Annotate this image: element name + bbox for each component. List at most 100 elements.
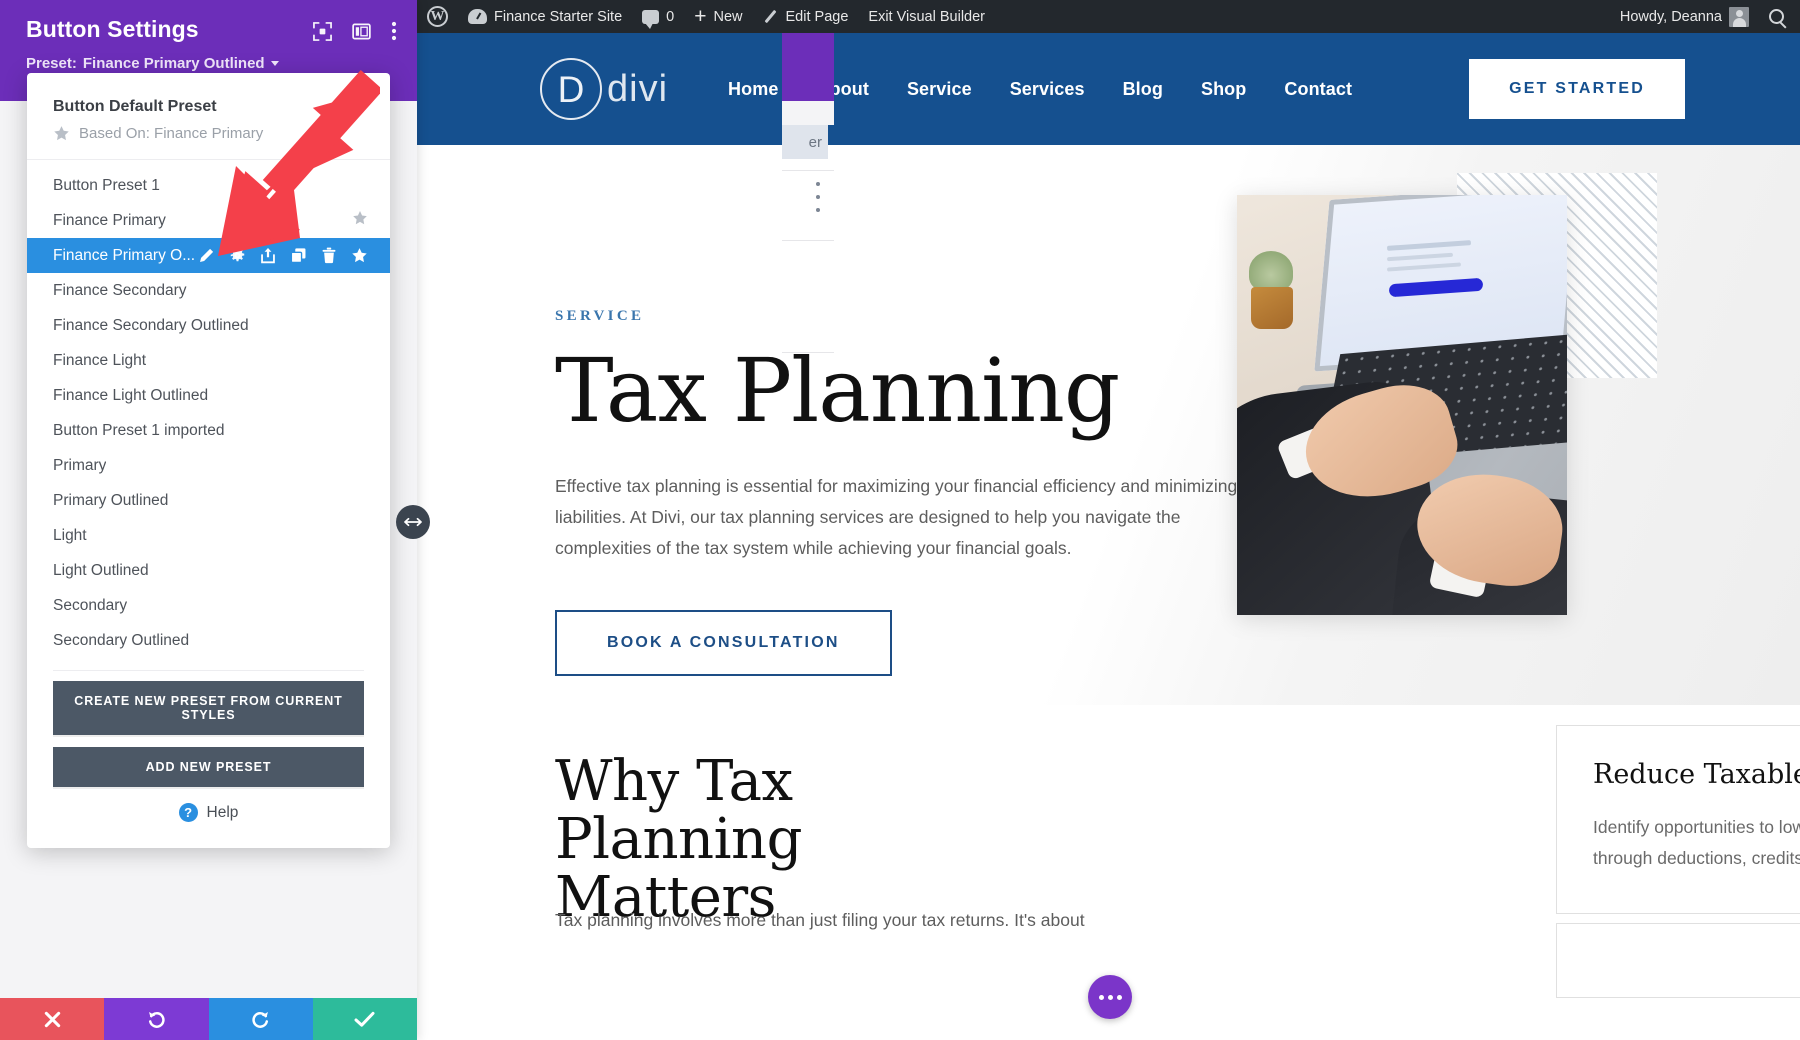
nav-item-home[interactable]: Home [728, 79, 778, 100]
redo-arrow-icon [252, 1011, 269, 1028]
plus-icon: + [694, 5, 707, 28]
default-preset-block[interactable]: Button Default Preset Based On: Finance … [27, 91, 390, 146]
redo-button[interactable] [208, 998, 313, 1040]
search-icon [1769, 9, 1784, 24]
create-new-preset-button[interactable]: CREATE NEW PRESET FROM CURRENT STYLES [53, 681, 364, 735]
adminbar-site-name[interactable]: Finance Starter Site [458, 0, 632, 33]
divi-floating-menu-button[interactable] [1088, 975, 1132, 1019]
panel-resize-handle[interactable] [396, 505, 430, 539]
rename-pencil-icon[interactable] [198, 247, 215, 264]
page-content: SERVICE Tax Planning Effective tax plann… [417, 145, 1800, 1040]
divi-logo-wordmark: divi [607, 67, 669, 110]
panel-preset-selector[interactable]: Preset: Finance Primary Outlined [26, 55, 397, 72]
hero-eyebrow: SERVICE [555, 308, 645, 324]
adminbar-account[interactable]: Howdy, Deanna [1610, 0, 1759, 33]
edit-page-label: Edit Page [785, 8, 849, 25]
screen-root: W Finance Starter Site 0 + New Edit Page… [0, 0, 1800, 1040]
dashboard-speedometer-icon [468, 9, 487, 24]
duplicate-icon[interactable] [290, 247, 307, 264]
adminbar-search[interactable] [1759, 0, 1800, 33]
preset-list-item[interactable]: Finance Primary [27, 203, 390, 238]
preset-list-item-label: Finance Primary [53, 211, 166, 229]
new-label: New [713, 8, 743, 25]
settings-gear-icon[interactable] [229, 247, 246, 264]
hero-paragraph: Effective tax planning is essential for … [555, 476, 1238, 559]
preset-list-item-label: Light Outlined [53, 561, 149, 579]
ghost-more-vertical-icon[interactable] [809, 182, 827, 212]
panel-title: Button Settings [26, 16, 199, 42]
adminbar-exit-visual-builder[interactable]: Exit Visual Builder [858, 0, 995, 33]
add-new-preset-button[interactable]: ADD NEW PRESET [53, 747, 364, 787]
export-upload-icon[interactable] [260, 247, 276, 264]
nav-item-services[interactable]: Services [1010, 79, 1085, 100]
comment-count: 0 [666, 8, 675, 25]
info-card-next [1556, 923, 1800, 998]
preset-list-item[interactable]: Light [27, 518, 390, 553]
dropdown-footer: CREATE NEW PRESET FROM CURRENT STYLES AD… [27, 671, 390, 848]
preset-list-item-label: Primary [53, 456, 107, 474]
nav-item-contact[interactable]: Contact [1284, 79, 1352, 100]
preset-list-item-label: Finance Secondary [53, 281, 187, 299]
plant-pot-decoration [1251, 287, 1293, 329]
info-card: Reduce Taxable Income Identify opportuni… [1556, 725, 1800, 915]
adminbar-new[interactable]: + New [684, 0, 752, 33]
preset-list-item[interactable]: Finance Light [27, 343, 390, 378]
default-preset-star-icon[interactable] [352, 210, 368, 231]
close-x-icon [44, 1011, 60, 1027]
preset-list-item[interactable]: Finance Secondary Outlined [27, 308, 390, 343]
nav-item-shop[interactable]: Shop [1201, 79, 1246, 100]
save-changes-button[interactable] [312, 998, 417, 1040]
hero-image-block [1237, 173, 1657, 623]
undo-button[interactable] [104, 998, 209, 1040]
delete-trash-icon[interactable] [321, 247, 337, 264]
preset-dropdown: Button Default Preset Based On: Finance … [27, 73, 390, 848]
section-paragraph: Tax planning involves more than just fil… [555, 910, 1085, 930]
ghost-divider [782, 352, 834, 353]
discard-changes-button[interactable] [0, 998, 105, 1040]
star-icon [54, 126, 69, 141]
preset-current-name: Finance Primary Outlined [82, 55, 265, 72]
preset-list-item-label: Button Preset 1 imported [53, 421, 225, 439]
help-question-icon: ? [178, 803, 198, 822]
ghost-tab-fragment[interactable]: er [782, 125, 828, 159]
preset-list-item[interactable]: Primary Outlined [27, 483, 390, 518]
section-title: Why Tax Planning Matters [555, 749, 802, 931]
preset-list-item-label: Finance Secondary Outlined [53, 316, 249, 334]
ghost-panel-purple-edge [782, 33, 834, 101]
preset-list-item[interactable]: Secondary [27, 588, 390, 623]
preset-list-item[interactable]: Light Outlined [27, 553, 390, 588]
divi-logo[interactable]: D divi [540, 58, 668, 120]
book-a-consultation-button[interactable]: BOOK A CONSULTATION [555, 610, 892, 677]
get-started-button[interactable]: GET STARTED [1469, 59, 1685, 119]
layout-columns-icon[interactable] [352, 22, 371, 46]
wp-logo-menu[interactable]: W [417, 0, 458, 33]
chevron-down-icon [270, 61, 279, 66]
adminbar-edit-page[interactable]: Edit Page [753, 0, 859, 33]
set-default-star-icon[interactable] [351, 247, 368, 264]
adminbar-comments[interactable]: 0 [632, 0, 684, 33]
default-preset-subtitle: Based On: Finance Primary [53, 125, 364, 142]
preset-list-item[interactable]: Primary [27, 448, 390, 483]
panel-action-toolbar [0, 998, 417, 1040]
focus-target-icon[interactable] [313, 21, 332, 46]
more-vertical-icon[interactable] [391, 21, 397, 46]
dropdown-divider [27, 159, 390, 160]
site-header: D divi Home About Service Services Blog … [417, 33, 1800, 145]
help-link[interactable]: ? Help [53, 787, 364, 828]
preset-list-item[interactable]: Button Preset 1 imported [27, 413, 390, 448]
preset-list-item[interactable]: Secondary Outlined [27, 623, 390, 658]
preset-list-item[interactable]: Finance Secondary [27, 273, 390, 308]
preset-list: Button Preset 1 Finance Primary Finance Pr… [27, 168, 390, 662]
comment-bubble-icon [642, 9, 660, 29]
hero-photo-laptop-typing [1237, 195, 1567, 615]
preset-list-item[interactable]: Finance Light Outlined [27, 378, 390, 413]
ghost-divider [782, 170, 834, 171]
ghost-panel-white-edge [782, 101, 834, 125]
site-preview-area: W Finance Starter Site 0 + New Edit Page… [417, 0, 1800, 1040]
wordpress-logo-icon: W [427, 6, 448, 27]
nav-item-service[interactable]: Service [907, 79, 972, 100]
avatar [1729, 6, 1749, 27]
preset-list-item[interactable]: Button Preset 1 [27, 168, 390, 203]
preset-list-item[interactable]: Finance Primary O... [27, 238, 390, 273]
nav-item-blog[interactable]: Blog [1123, 79, 1163, 100]
